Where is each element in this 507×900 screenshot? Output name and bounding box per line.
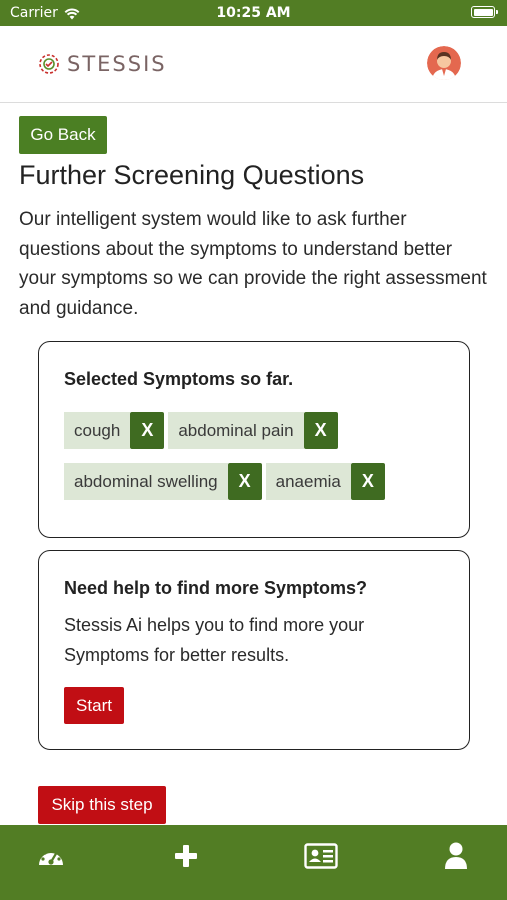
chip-row: abdominal swelling X anaemia X [64, 463, 464, 500]
find-more-symptoms-card: Need help to find more Symptoms? Stessis… [38, 550, 470, 750]
remove-symptom-button[interactable]: X [350, 463, 385, 500]
tab-records[interactable] [301, 839, 341, 873]
find-more-symptoms-title: Need help to find more Symptoms? [64, 578, 368, 598]
remove-symptom-button[interactable]: X [303, 412, 338, 449]
selected-symptoms-card: Selected Symptoms so far. cough X abdomi… [38, 341, 470, 538]
app-header: STESSIS [0, 26, 507, 103]
symptom-chip: cough X [64, 412, 165, 449]
avatar[interactable] [427, 46, 461, 80]
page-title: Further Screening Questions [19, 160, 365, 190]
tab-dashboard[interactable] [31, 839, 71, 873]
symptom-chip: anaemia X [265, 463, 385, 500]
start-button[interactable]: Start [64, 687, 124, 724]
chip-row: cough X abdominal pain X [64, 412, 464, 449]
intro-text: Our intelligent system would like to ask… [19, 209, 487, 319]
find-more-symptoms-description: Stessis Ai helps you to find more your S… [64, 615, 365, 665]
logo-mark-icon [39, 54, 59, 74]
selected-symptoms-title: Selected Symptoms so far. [64, 369, 294, 389]
dashboard-icon [39, 848, 63, 865]
bottom-tab-bar [0, 825, 507, 900]
symptom-chip-list: cough X abdominal pain X abdominal swell… [64, 412, 464, 514]
symptom-chip: abdominal swelling X [64, 463, 262, 500]
symptom-chip-label: abdominal swelling [64, 463, 228, 500]
remove-symptom-button[interactable]: X [130, 412, 165, 449]
tab-add[interactable] [166, 839, 206, 873]
symptom-chip-label: cough [64, 412, 131, 449]
status-bar: Carrier 10:25 AM [0, 0, 507, 26]
logo-text: STESSIS [67, 52, 167, 76]
remove-symptom-button[interactable]: X [227, 463, 262, 500]
user-icon [445, 842, 467, 869]
symptom-chip: abdominal pain X [168, 412, 338, 449]
battery-icon [471, 6, 498, 18]
go-back-button[interactable]: Go Back [19, 116, 107, 154]
skip-step-button[interactable]: Skip this step [38, 786, 166, 824]
symptom-chip-label: anaemia [265, 463, 351, 500]
app-logo[interactable]: STESSIS [38, 52, 167, 76]
plus-icon [175, 845, 197, 867]
symptom-chip-label: abdominal pain [168, 412, 304, 449]
clock: 10:25 AM [216, 5, 291, 21]
id-card-icon [304, 843, 338, 869]
tab-profile[interactable] [436, 839, 476, 873]
